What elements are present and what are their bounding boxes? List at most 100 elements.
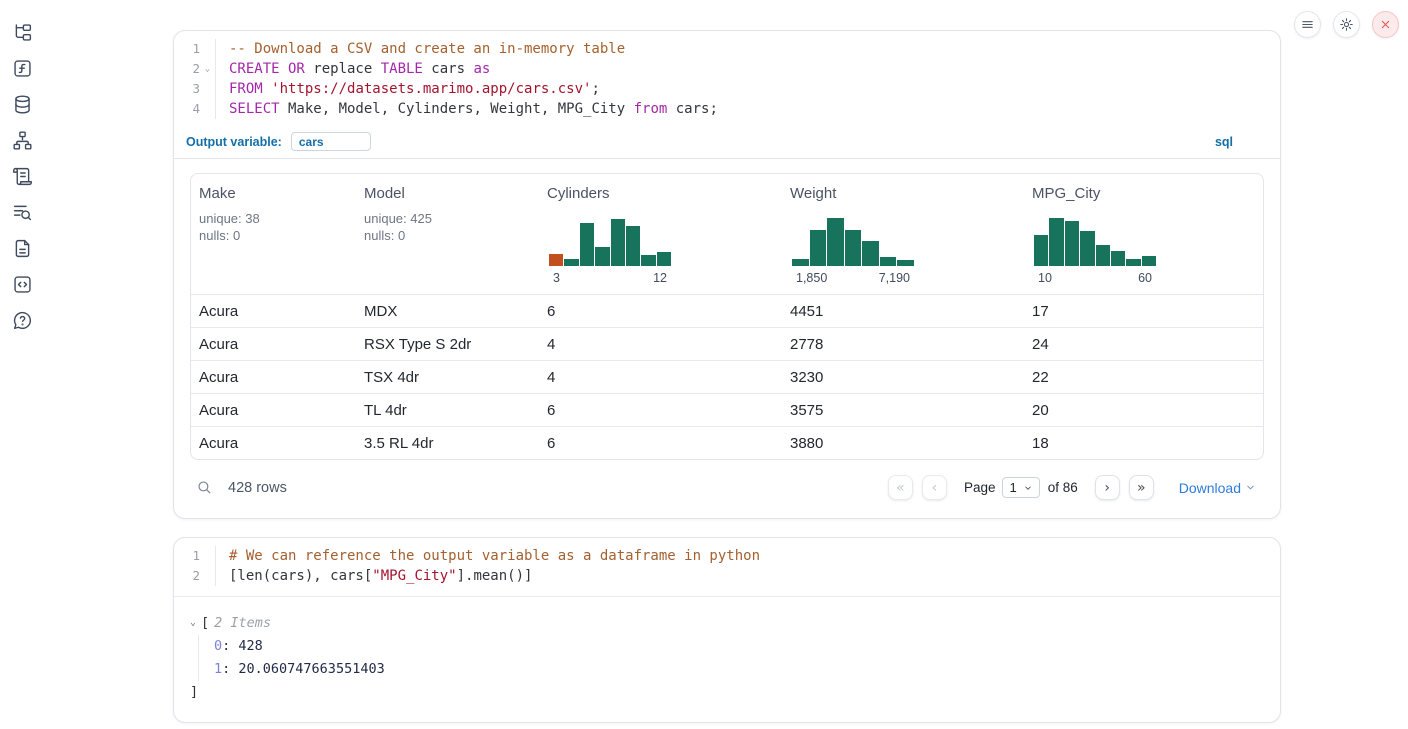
column-header-model[interactable]: Modelunique: 425nulls: 0 [356,174,539,294]
tree-entry: 1: 20.060747663551403 [214,658,1264,681]
table-footer: 428 rows « ‹ Page 1 of 86 › » Download [190,460,1264,510]
table-cell: RSX Type S 2dr [356,336,539,353]
list-search-icon [12,202,33,223]
token: CREATE OR [229,61,305,77]
histogram-bars [792,216,914,266]
axis-max-label: 12 [653,271,667,285]
table-cell: TSX 4dr [356,369,539,386]
histogram-bar [1126,259,1140,266]
histogram-bar [564,259,578,266]
sidebar-button-function-square[interactable] [11,57,33,79]
table-cell: 22 [1024,369,1263,386]
tree-collapse-icon[interactable]: ⌄ [190,613,196,633]
histogram-bar [1065,221,1079,266]
sidebar-button-list-search[interactable] [11,201,33,223]
file-text-icon [12,238,33,259]
token: -- Download a CSV and create an in-memor… [229,41,625,57]
left-sidebar [0,0,44,331]
sidebar-button-dependency-graph[interactable] [11,129,33,151]
axis-min-label: 1,850 [796,271,827,285]
column-histogram: 1,850 7,190 [792,216,914,285]
menu-button[interactable] [1294,11,1321,38]
column-header-make[interactable]: Makeunique: 38nulls: 0 [191,174,356,294]
line-gutter: 1⌄ [174,546,216,566]
sidebar-button-database[interactable] [11,93,33,115]
token: TABLE [381,61,423,77]
file-tree-icon [12,22,33,43]
first-page-button[interactable]: « [888,475,913,500]
axis-min-label: 3 [553,271,560,285]
token: as [473,61,490,77]
python-code-editor[interactable]: 1⌄# We can reference the output variable… [174,538,1280,596]
table-output: Makeunique: 38nulls: 0Modelunique: 425nu… [174,159,1280,518]
table-body: AcuraMDX6445117AcuraRSX Type S 2dr427782… [191,294,1263,459]
next-page-button[interactable]: › [1095,475,1120,500]
axis-min-label: 10 [1038,271,1052,285]
settings-button[interactable] [1333,11,1360,38]
help-bubble-icon [12,310,33,331]
line-gutter: 4⌄ [174,99,216,119]
python-output: ⌄ [ 2 Items 0: 4281: 20.060747663551403 … [174,596,1280,722]
stat-line: unique: 38 [199,211,348,228]
column-header-weight[interactable]: Weight1,8507,190 [782,174,1024,294]
code-line: 2⌄CREATE OR replace TABLE cars as [174,59,1280,79]
token: [len(cars), cars[ [229,568,372,584]
prev-page-button[interactable]: ‹ [922,475,947,500]
table-cell: 17 [1024,303,1263,320]
histogram-bar [580,223,594,266]
line-number: 1 [176,39,200,59]
sql-code-editor[interactable]: 1⌄ -- Download a CSV and create an in-mem… [174,31,1280,129]
tree-open-bracket: [ [201,613,209,633]
entry-value: 428 [238,638,262,654]
download-button[interactable]: Download [1179,480,1256,496]
line-gutter: 1⌄ [174,39,216,59]
histogram-bar [1049,218,1063,266]
table-cell: 6 [539,303,782,320]
column-stats: unique: 425nulls: 0 [364,211,531,244]
sidebar-button-file-tree[interactable] [11,21,33,43]
axis-max-label: 7,190 [879,271,910,285]
line-gutter: 3⌄ [174,79,216,99]
sidebar-button-file-text[interactable] [11,237,33,259]
code-line: 3⌄FROM 'https://datasets.marimo.app/cars… [174,79,1280,99]
table-cell: 3230 [782,369,1024,386]
column-header-mpg_city[interactable]: MPG_City1060 [1024,174,1263,294]
column-name: Make [199,185,348,202]
token: replace [305,61,381,77]
token: FROM [229,81,263,97]
download-label: Download [1179,480,1241,496]
code-line: 1⌄ -- Download a CSV and create an in-mem… [174,39,1280,59]
fold-chevron-icon[interactable]: ⌄ [200,59,215,79]
table-cell: Acura [191,336,356,353]
code-text: # We can reference the output variable a… [216,546,760,566]
table-row: AcuraMDX6445117 [191,294,1263,327]
output-variable-input[interactable] [291,132,371,151]
table-cell: 3.5 RL 4dr [356,435,539,452]
function-square-icon [12,58,33,79]
histogram-bar [626,226,640,266]
page-select[interactable]: 1 [1002,477,1039,498]
language-badge: sql [1215,135,1233,149]
sidebar-button-help-bubble[interactable] [11,309,33,331]
histogram-bar [845,230,862,266]
histogram-bar [897,260,914,266]
table-row: AcuraTL 4dr6357520 [191,393,1263,426]
chevron-down-icon [1245,482,1256,493]
entry-colon: : [222,661,238,677]
histogram-bar [810,230,827,266]
table-cell: Acura [191,303,356,320]
last-page-button[interactable]: » [1129,475,1154,500]
code-line: 1⌄# We can reference the output variable… [174,546,1280,566]
histogram-bar [862,241,879,266]
histogram-bar [792,259,809,266]
histogram-bar [657,252,671,266]
line-gutter: 2⌄ [174,566,216,586]
search-icon[interactable] [196,479,213,496]
table-cell: 4 [539,369,782,386]
sidebar-button-scroll-text[interactable] [11,165,33,187]
table-cell: 20 [1024,402,1263,419]
column-header-cylinders[interactable]: Cylinders312 [539,174,782,294]
shutdown-button[interactable] [1372,11,1399,38]
token: SELECT [229,101,280,117]
sidebar-button-code-square[interactable] [11,273,33,295]
